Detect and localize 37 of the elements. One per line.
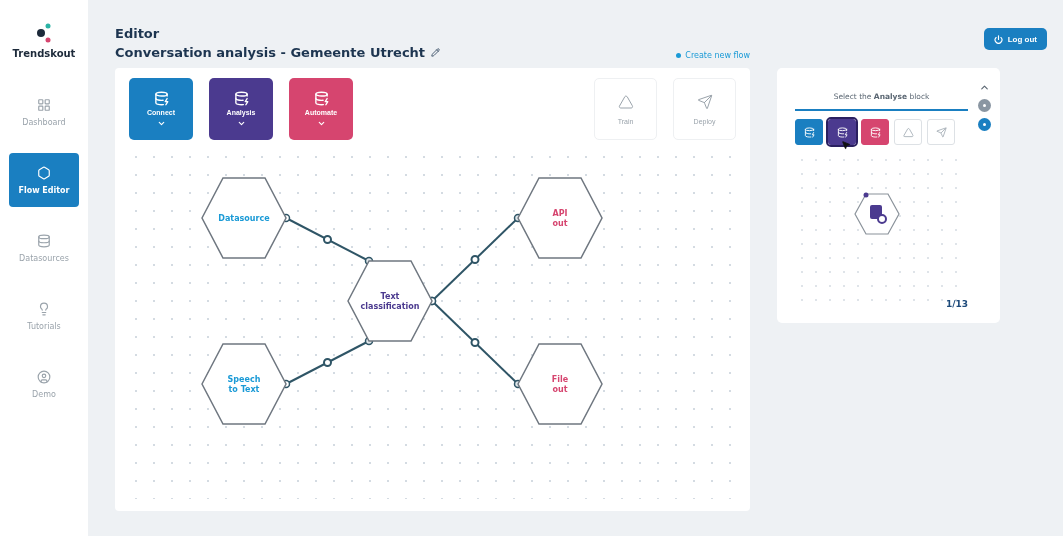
lightbulb-icon bbox=[37, 301, 51, 316]
flow-node[interactable]: File out bbox=[517, 343, 603, 425]
block-preview-drawing bbox=[853, 191, 901, 237]
triangle-icon bbox=[902, 126, 914, 138]
send-icon bbox=[696, 93, 713, 110]
cursor-icon bbox=[841, 140, 851, 150]
step-dot[interactable] bbox=[977, 118, 991, 131]
step-counter: 1/13 bbox=[945, 299, 968, 309]
hexagon-icon bbox=[37, 165, 51, 180]
flow-title: Conversation analysis - Gemeente Utrecht bbox=[115, 45, 426, 60]
flow-node[interactable]: Datasource bbox=[201, 177, 287, 259]
sidebar-item[interactable]: Datasources bbox=[9, 221, 79, 275]
page-title: Editor bbox=[115, 26, 161, 41]
database-icon bbox=[836, 126, 848, 138]
flow-node[interactable]: API out bbox=[517, 177, 603, 259]
edit-icon[interactable] bbox=[431, 48, 441, 57]
sidebar-item[interactable]: Dashboard bbox=[9, 85, 79, 139]
brand-name: Trendskout bbox=[12, 48, 76, 59]
triangle-icon bbox=[617, 93, 634, 110]
sidebar-item[interactable]: Flow Editor bbox=[9, 153, 79, 207]
step-dot[interactable] bbox=[977, 99, 991, 112]
create-flow-link[interactable]: Create new flow bbox=[676, 51, 750, 60]
send-icon bbox=[935, 126, 947, 138]
flow-node[interactable]: Text classification bbox=[347, 260, 433, 342]
database-icon bbox=[869, 126, 881, 138]
database-icon bbox=[803, 126, 815, 138]
database-icon bbox=[233, 90, 249, 106]
database-icon bbox=[37, 233, 51, 248]
user-icon bbox=[37, 369, 51, 384]
flow-node[interactable]: Speech to Text bbox=[201, 343, 287, 425]
power-icon bbox=[993, 34, 1003, 44]
logout-button[interactable]: Log out bbox=[983, 28, 1047, 50]
database-icon bbox=[313, 90, 329, 106]
sidebar-item[interactable]: Demo bbox=[9, 357, 79, 411]
sidebar-item[interactable]: Tutorials bbox=[9, 289, 79, 343]
database-icon bbox=[153, 90, 169, 106]
grid-icon bbox=[37, 97, 51, 112]
